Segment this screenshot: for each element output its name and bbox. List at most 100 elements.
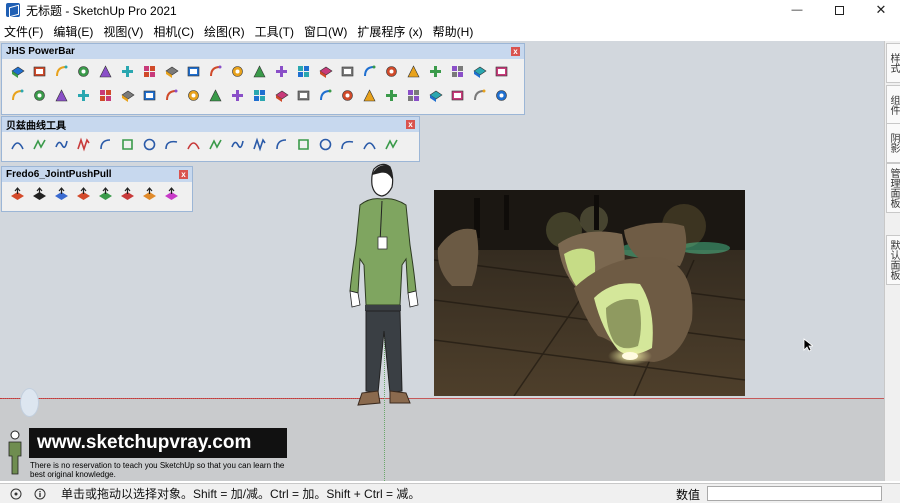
menu-draw[interactable]: 绘图(R): [200, 23, 251, 40]
tube-gray-icon[interactable]: [292, 60, 314, 82]
jpp-vector-icon[interactable]: [50, 183, 72, 205]
jpp-extrude-icon[interactable]: [72, 183, 94, 205]
circle-blue-icon[interactable]: [72, 84, 94, 106]
grid-dark2-icon[interactable]: [336, 84, 358, 106]
fredo6-jointpushpull-toolbar[interactable]: Fredo6_JointPushPull x: [1, 166, 193, 212]
close-button[interactable]: ✕: [858, 0, 900, 20]
jpp-undo-icon[interactable]: [116, 183, 138, 205]
bezier-polyline-icon[interactable]: [94, 133, 116, 155]
bezier-arc2-icon[interactable]: [248, 133, 270, 155]
capsule-yellow-icon[interactable]: [270, 60, 292, 82]
jpp-follow-icon[interactable]: [94, 183, 116, 205]
bezier-arc-green-icon[interactable]: [116, 133, 138, 155]
toolbar-header[interactable]: Fredo6_JointPushPull x: [2, 167, 192, 182]
box-multi2-icon[interactable]: [226, 84, 248, 106]
grid-dark-icon[interactable]: [314, 84, 336, 106]
frame-red-icon[interactable]: [226, 60, 248, 82]
menu-window[interactable]: 窗口(W): [300, 23, 353, 40]
arc-dotted-icon[interactable]: [468, 84, 490, 106]
tray-tab-shadows[interactable]: 阴影: [886, 123, 900, 163]
move-blue-icon[interactable]: [94, 84, 116, 106]
geo-location-icon[interactable]: [9, 487, 23, 501]
cross-orange-icon[interactable]: [182, 60, 204, 82]
scale-figure[interactable]: [336, 161, 430, 411]
puzzle-green-icon[interactable]: [182, 84, 204, 106]
tray-tab-manage[interactable]: 管理面板: [886, 163, 900, 213]
minimize-button[interactable]: —: [774, 0, 820, 20]
bezier-spline-icon[interactable]: [50, 133, 72, 155]
plus-green-icon[interactable]: [402, 60, 424, 82]
bezier-wave-icon[interactable]: [204, 133, 226, 155]
cross-blue-icon[interactable]: [424, 60, 446, 82]
plus-red-icon[interactable]: [380, 60, 402, 82]
toolbar-header[interactable]: JHS PowerBar x: [2, 44, 524, 59]
cone-blue-icon[interactable]: [116, 84, 138, 106]
grid-blue-icon[interactable]: [446, 60, 468, 82]
grid-teal-icon[interactable]: [380, 84, 402, 106]
rotate-yellow-icon[interactable]: [160, 60, 182, 82]
bezier-check-icon[interactable]: [292, 133, 314, 155]
dots-blue-icon[interactable]: [358, 60, 380, 82]
arrow-curve-icon[interactable]: [314, 60, 336, 82]
close-icon[interactable]: x: [179, 170, 188, 179]
menu-tools[interactable]: 工具(T): [251, 23, 300, 40]
hook-orange-icon[interactable]: [50, 84, 72, 106]
arc-red-icon[interactable]: [160, 84, 182, 106]
bezier-arc-icon[interactable]: [6, 133, 28, 155]
flag-icon-icon[interactable]: [248, 60, 270, 82]
bezier-wrench-icon[interactable]: [336, 133, 358, 155]
bezier-rect-icon[interactable]: [138, 133, 160, 155]
bezier-arc-red-icon[interactable]: [270, 133, 292, 155]
bezier-curve-toolbar[interactable]: 贝兹曲线工具 x: [1, 116, 420, 162]
plane-green-icon[interactable]: [72, 60, 94, 82]
menu-view[interactable]: 视图(V): [99, 23, 149, 40]
jpp-normal-icon[interactable]: [28, 183, 50, 205]
jhs-powerbar-toolbar[interactable]: JHS PowerBar x: [1, 43, 525, 115]
menu-extensions[interactable]: 扩展程序 (x): [353, 23, 428, 40]
grid-orange2-icon[interactable]: [424, 84, 446, 106]
image-plane[interactable]: [434, 190, 745, 396]
grid-rotate-icon[interactable]: [490, 84, 512, 106]
cube-blue-icon[interactable]: [6, 60, 28, 82]
cells-blue-icon[interactable]: [292, 84, 314, 106]
bezier-loop-icon[interactable]: [226, 133, 248, 155]
rotate-orange-icon[interactable]: [138, 60, 160, 82]
close-icon[interactable]: x: [406, 120, 415, 129]
toolbar-header[interactable]: 贝兹曲线工具 x: [2, 117, 419, 132]
bezier-edit-icon[interactable]: [380, 133, 402, 155]
bezier-curve-icon[interactable]: [28, 133, 50, 155]
cube-blue2-icon[interactable]: [28, 60, 50, 82]
stack-blue-icon[interactable]: [248, 84, 270, 106]
close-icon[interactable]: x: [511, 47, 520, 56]
menu-camera[interactable]: 相机(C): [149, 23, 200, 40]
drawing-viewport[interactable]: JHS PowerBar x 贝兹曲线工具 x Fredo6_JointPush…: [0, 41, 884, 481]
bezier-blob-icon[interactable]: [358, 133, 380, 155]
bezier-circle-icon[interactable]: [314, 133, 336, 155]
bezier-spiral-icon[interactable]: [160, 133, 182, 155]
tray-tab-default[interactable]: 默认面板: [886, 235, 900, 285]
box-brown-icon[interactable]: [138, 84, 160, 106]
grid-dark3-icon[interactable]: [358, 84, 380, 106]
tri-green-icon[interactable]: [490, 60, 512, 82]
dots-multi-icon[interactable]: [446, 84, 468, 106]
cube-red-icon[interactable]: [94, 60, 116, 82]
bezier-hook-icon[interactable]: [182, 133, 204, 155]
maximize-button[interactable]: [816, 0, 862, 20]
tri-blue-icon[interactable]: [468, 60, 490, 82]
stack-icon-icon[interactable]: [116, 60, 138, 82]
measurement-input[interactable]: [707, 486, 882, 501]
bezier-zigzag-icon[interactable]: [72, 133, 94, 155]
jpp-fix-icon[interactable]: [160, 183, 182, 205]
box-multi-icon[interactable]: [204, 84, 226, 106]
warning-icon-icon[interactable]: [6, 84, 28, 106]
info-icon[interactable]: [33, 487, 47, 501]
grid-orange-icon[interactable]: [402, 84, 424, 106]
jpp-joint-icon[interactable]: [6, 183, 28, 205]
hex-orange-icon[interactable]: [270, 84, 292, 106]
arc-orange-icon[interactable]: [28, 84, 50, 106]
menu-edit[interactable]: 编辑(E): [49, 23, 99, 40]
menu-file[interactable]: 文件(F): [0, 23, 49, 40]
menu-help[interactable]: 帮助(H): [429, 23, 480, 40]
panel-red-icon[interactable]: [204, 60, 226, 82]
dots-red-icon[interactable]: [336, 60, 358, 82]
